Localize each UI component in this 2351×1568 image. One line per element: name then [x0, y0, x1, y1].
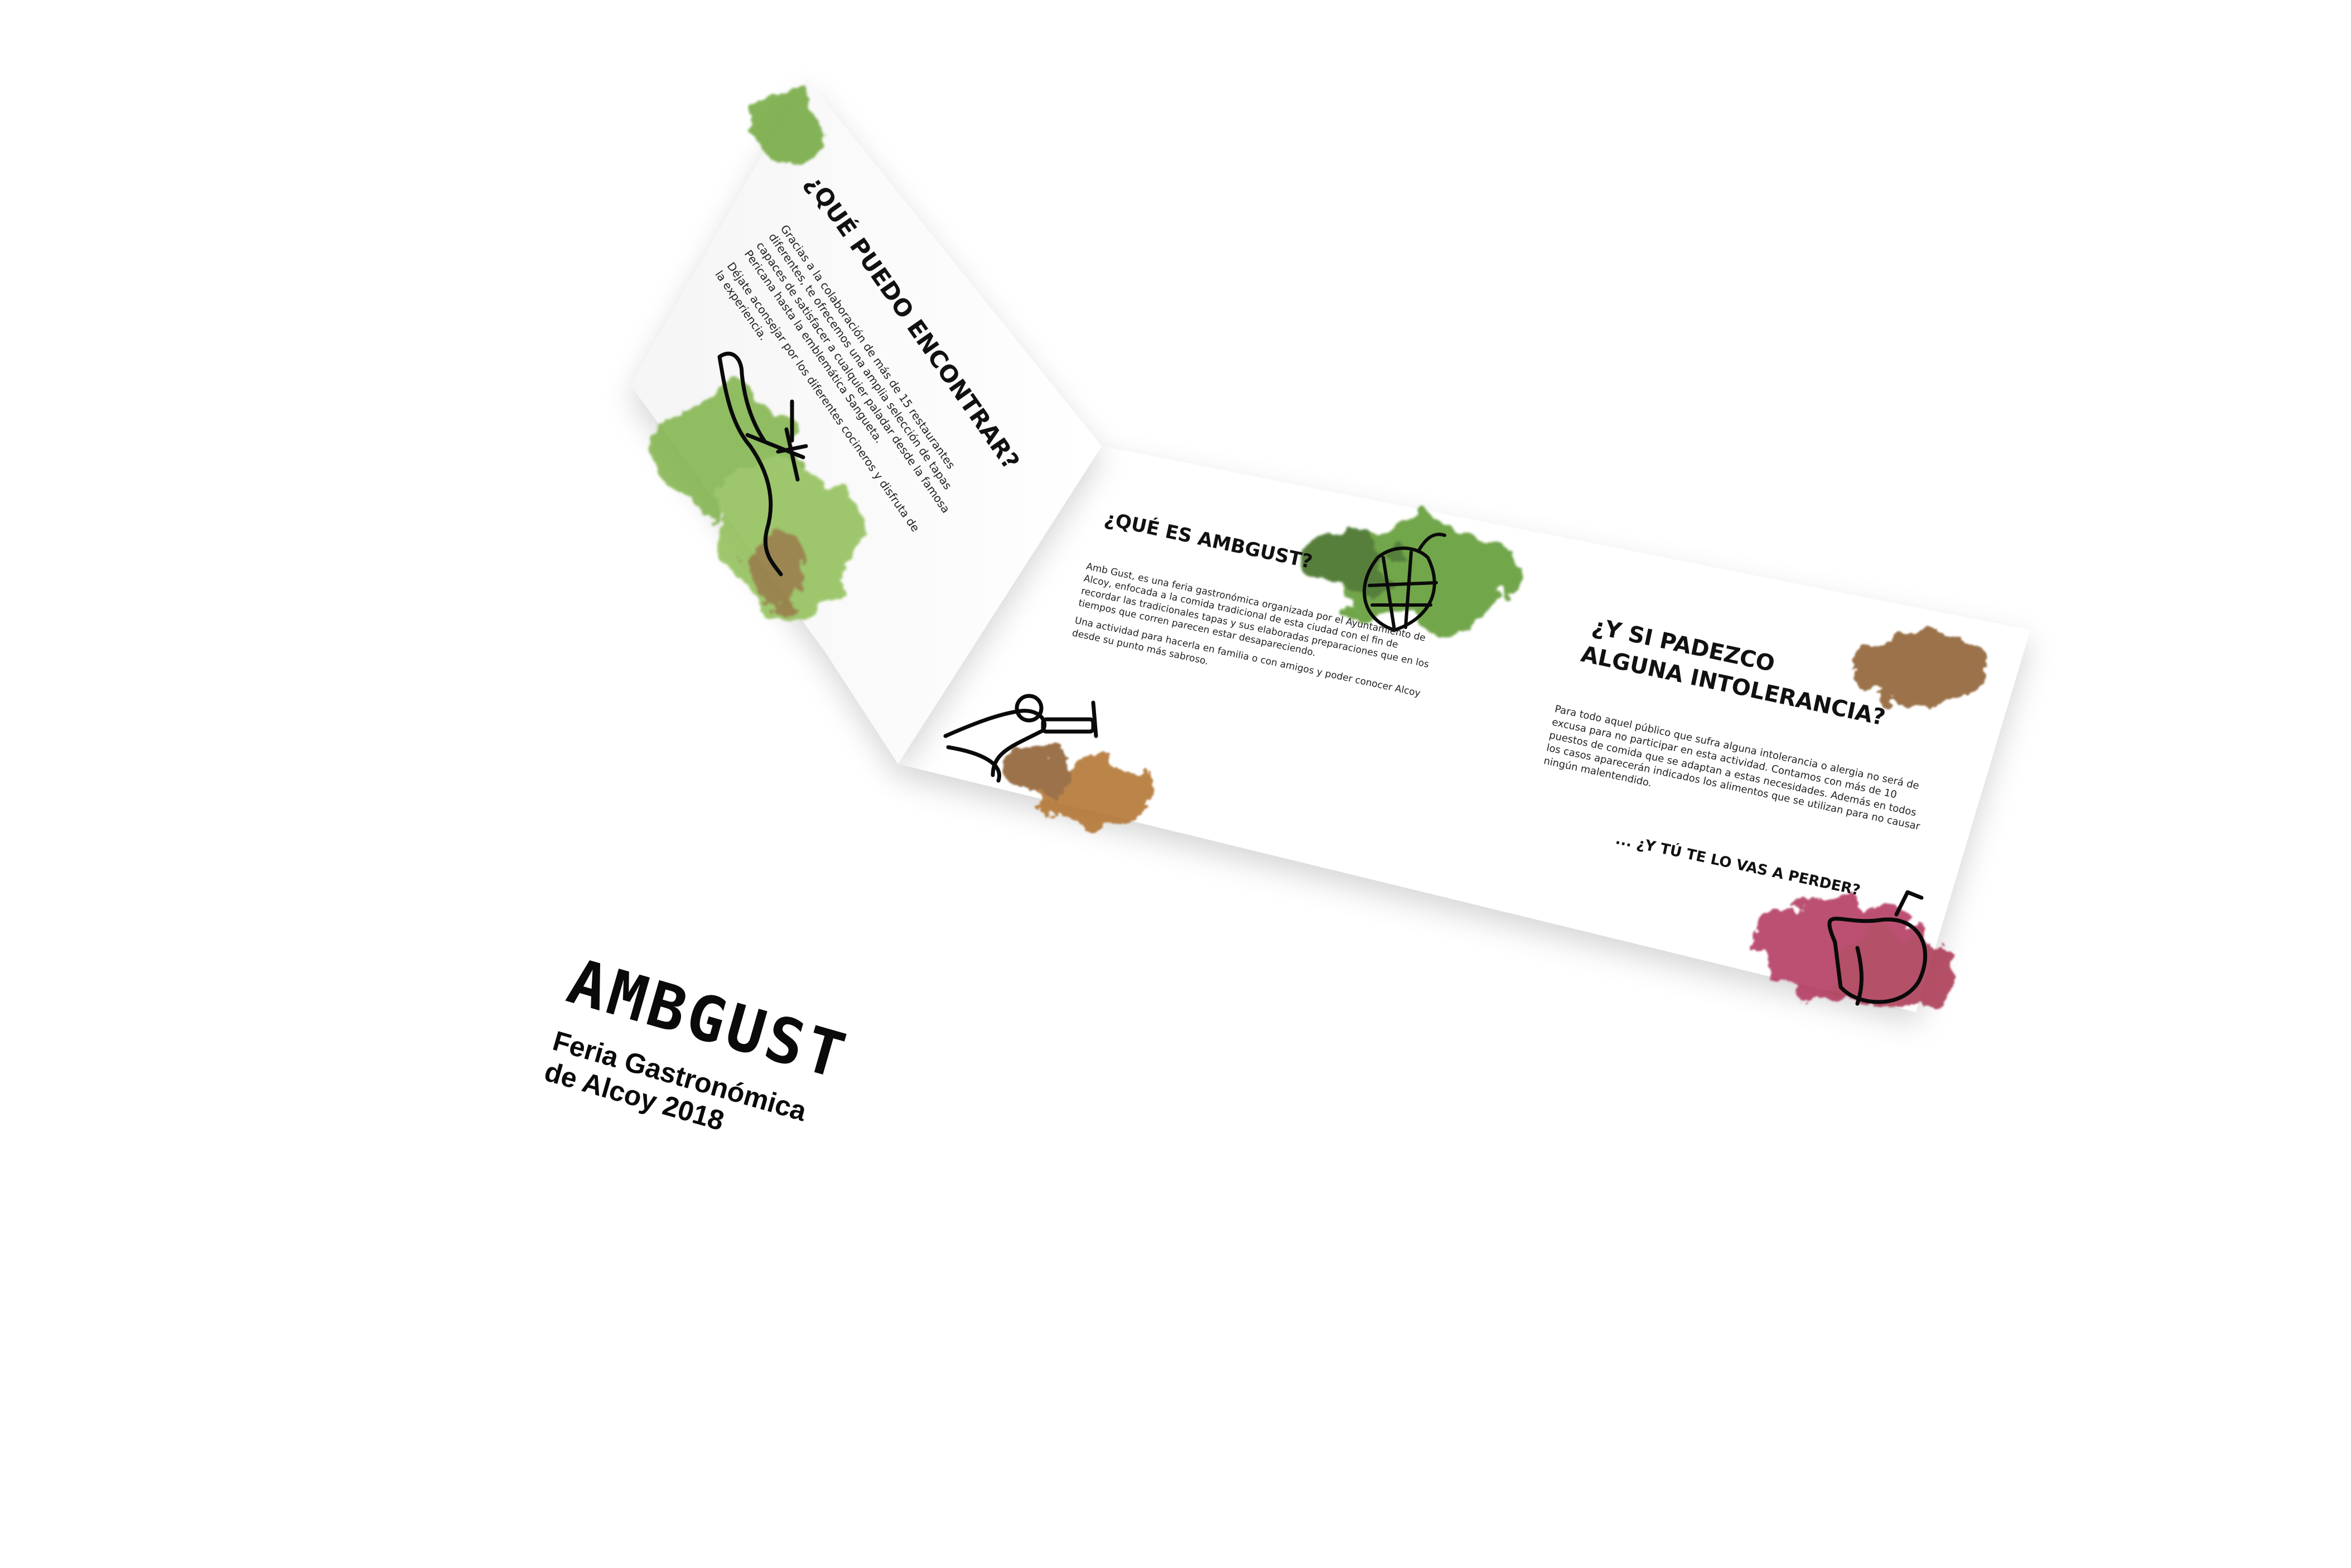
mockup-scene — [630, 78, 2030, 1012]
watercolor-brown-right — [1852, 633, 1986, 705]
